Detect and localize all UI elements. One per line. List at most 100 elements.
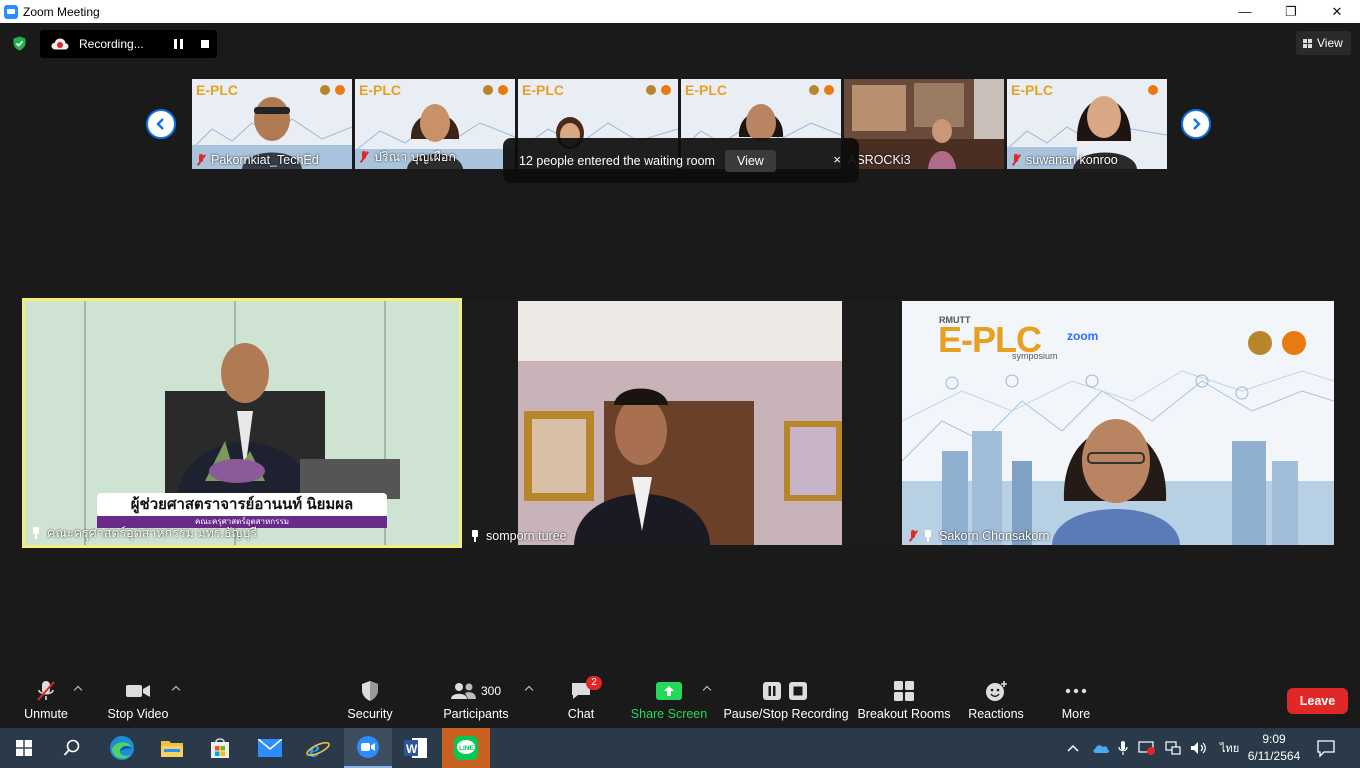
share-screen-button[interactable]: Share Screen	[631, 678, 707, 721]
participant-video-tile[interactable]: RMUTT E-PLC symposium zoom Sakorn Chonsa…	[902, 301, 1334, 545]
taskbar-search-button[interactable]	[48, 728, 96, 768]
window-controls: — ❐ ✕	[1222, 0, 1360, 23]
waiting-room-notification: 12 people entered the waiting room View …	[503, 138, 859, 183]
security-button[interactable]: Security	[346, 678, 394, 721]
taskbar-file-explorer[interactable]	[148, 728, 196, 768]
clock-time: 9:09	[1262, 732, 1286, 746]
participant-name: Sakorn Chonsakorn	[908, 529, 1049, 543]
share-options-caret[interactable]	[702, 684, 712, 694]
input-language-indicator[interactable]: ไทย	[1220, 739, 1239, 757]
breakout-rooms-button[interactable]: Breakout Rooms	[857, 678, 951, 721]
waiting-room-view-button[interactable]: View	[724, 149, 776, 172]
chat-unread-badge: 2	[586, 676, 602, 690]
share-screen-icon	[656, 678, 682, 704]
windows-start-icon	[16, 740, 32, 756]
participant-name: somporn turee	[470, 529, 567, 543]
store-icon	[211, 738, 229, 758]
chat-bubble-icon: 2	[570, 676, 602, 704]
close-window-button[interactable]: ✕	[1314, 0, 1360, 23]
breakout-rooms-icon	[893, 678, 915, 704]
search-icon	[63, 739, 80, 756]
muted-mic-icon	[908, 530, 918, 542]
participant-thumbnail[interactable]: E-PLC ปริณา บุญเผือก	[355, 79, 515, 169]
file-explorer-icon	[161, 741, 183, 757]
onedrive-cloud-icon[interactable]	[1092, 742, 1110, 754]
meeting-toolbar: Unmute Stop Video Security 300 Participa…	[0, 670, 1360, 728]
system-tray: ไทย	[1066, 728, 1239, 768]
system-clock[interactable]: 9:09 6/11/2564	[1244, 731, 1304, 765]
name-caption: ผู้ช่วยศาสตราจารย์อานนท์ นิยมผล	[97, 493, 387, 517]
stop-recording-button[interactable]	[201, 40, 209, 48]
view-label: View	[1317, 36, 1343, 50]
waiting-room-message: 12 people entered the waiting room	[519, 153, 715, 168]
close-notification-button[interactable]: ×	[833, 152, 841, 167]
svg-text:E-PLC: E-PLC	[359, 82, 401, 98]
next-page-button[interactable]	[1181, 109, 1211, 139]
active-speaker-video-tile[interactable]: ผู้ช่วยศาสตราจารย์อานนท์ นิยมผล คณะครุศา…	[22, 298, 462, 548]
taskbar-zoom[interactable]	[344, 728, 392, 768]
previous-page-button[interactable]	[146, 109, 176, 139]
svg-text:E-PLC: E-PLC	[1011, 82, 1053, 98]
ie-icon: e	[306, 737, 330, 760]
minimize-button[interactable]: —	[1222, 0, 1268, 23]
start-button[interactable]	[0, 728, 48, 768]
video-options-caret[interactable]	[171, 684, 181, 694]
taskbar-line[interactable]: LINE	[442, 728, 490, 768]
participant-thumbnail[interactable]: E-PLC suwanan konroo	[1007, 79, 1167, 169]
line-icon: LINE	[454, 736, 478, 760]
participants-options-caret[interactable]	[524, 684, 534, 694]
pause-stop-recording-button[interactable]: Pause/Stop Recording	[723, 678, 849, 721]
svg-text:LINE: LINE	[459, 745, 474, 752]
chevron-right-icon	[1193, 118, 1201, 130]
zoom-icon	[357, 736, 379, 758]
volume-icon[interactable]	[1190, 740, 1208, 756]
reactions-button[interactable]: Reactions	[966, 678, 1026, 721]
muted-mic-icon	[1011, 154, 1021, 166]
svg-text:E-PLC: E-PLC	[685, 82, 727, 98]
stop-video-button[interactable]: Stop Video	[106, 678, 170, 721]
pause-recording-button[interactable]	[174, 39, 183, 49]
chevron-up-icon[interactable]	[1066, 742, 1080, 754]
video-camera-icon	[125, 678, 151, 704]
chat-button[interactable]: 2 Chat	[560, 676, 602, 721]
participants-icon: 300	[450, 678, 502, 704]
more-button[interactable]: More	[1056, 678, 1096, 721]
pin-icon	[923, 530, 933, 542]
taskbar-mail[interactable]	[246, 728, 294, 768]
participant-thumbnail[interactable]: E-PLC Pakornkiat_TechEd	[192, 79, 352, 169]
svg-text:W: W	[406, 742, 418, 756]
remote-display-icon[interactable]	[1138, 740, 1156, 756]
unmute-button[interactable]: Unmute	[22, 678, 70, 721]
recording-indicator: Recording...	[40, 30, 217, 58]
view-button[interactable]: View	[1296, 31, 1351, 55]
participant-name: คณะครุศาสตร์อุตสาหกรรม มทร.ธัญบุรี	[31, 523, 257, 543]
title-bar: Zoom Meeting — ❐ ✕	[0, 0, 1360, 23]
muted-mic-icon	[359, 151, 369, 163]
chevron-left-icon	[156, 118, 164, 130]
maximize-button[interactable]: ❐	[1268, 0, 1314, 23]
taskbar-store[interactable]	[196, 728, 244, 768]
clock-date: 6/11/2564	[1247, 749, 1301, 763]
participant-name: suwanan konroo	[1011, 153, 1118, 167]
zoom-app-icon	[4, 4, 18, 19]
encryption-shield-icon[interactable]	[12, 36, 27, 51]
taskbar-internet-explorer[interactable]: e	[294, 728, 342, 768]
windows-taskbar: e W LINE ไทย 9:09 6/11/2564	[0, 728, 1360, 768]
participant-thumbnail[interactable]: ASROCKi3	[844, 79, 1004, 169]
participants-count: 300	[480, 684, 502, 698]
notifications-icon[interactable]	[1316, 738, 1336, 758]
svg-text:E-PLC: E-PLC	[522, 82, 564, 98]
pause-stop-icons	[762, 678, 810, 704]
audio-options-caret[interactable]	[73, 684, 83, 694]
participant-name: Pakornkiat_TechEd	[196, 153, 319, 167]
network-icon[interactable]	[1164, 740, 1182, 756]
participant-video-tile[interactable]: somporn turee	[464, 301, 900, 545]
muted-mic-icon	[196, 154, 206, 166]
muted-microphone-icon	[35, 678, 57, 704]
reactions-smiley-icon	[984, 678, 1008, 704]
participants-button[interactable]: 300 Participants	[440, 678, 512, 721]
taskbar-word[interactable]: W	[392, 728, 440, 768]
taskbar-edge[interactable]	[98, 728, 146, 768]
leave-meeting-button[interactable]: Leave	[1287, 688, 1348, 714]
microphone-icon[interactable]	[1118, 740, 1128, 756]
